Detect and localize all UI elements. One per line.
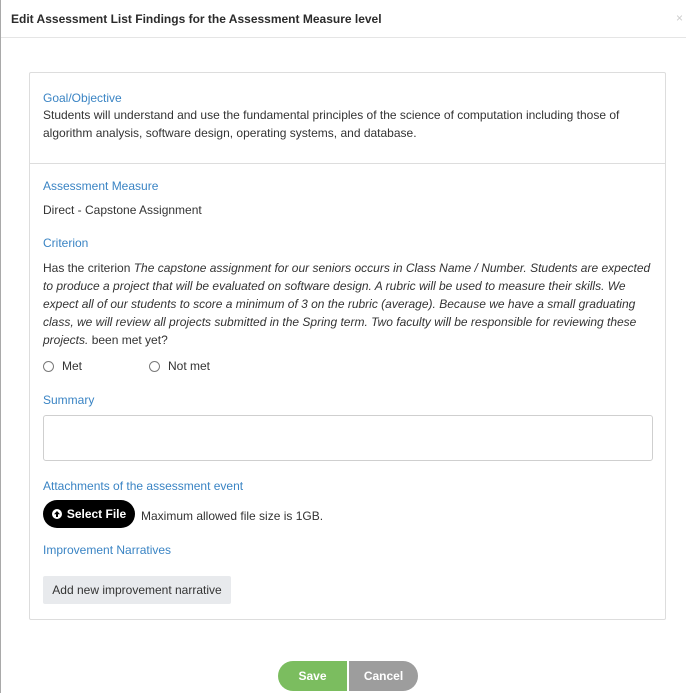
add-improvement-narrative-button[interactable]: Add new improvement narrative (43, 576, 231, 604)
criterion-suffix: been met yet? (88, 333, 168, 347)
assessment-measure-value: Direct - Capstone Assignment (43, 203, 202, 217)
select-file-button[interactable]: Select File (43, 500, 135, 528)
save-button[interactable]: Save (278, 661, 347, 691)
improvement-narratives-label: Improvement Narratives (43, 543, 172, 557)
criterion-prefix: Has the criterion (43, 261, 134, 275)
card-divider (30, 163, 665, 164)
file-size-note: Maximum allowed file size is 1GB. (141, 509, 324, 523)
cancel-button[interactable]: Cancel (349, 661, 418, 691)
summary-textarea[interactable] (43, 415, 653, 461)
radio-met-label: Met (62, 359, 83, 373)
findings-card: Goal/Objective Students will understand … (29, 72, 666, 620)
criterion-question: Has the criterion The capstone assignmen… (43, 259, 655, 349)
goal-objective-text: Students will understand and use the fun… (43, 108, 620, 140)
goal-objective-label: Goal/Objective (43, 91, 122, 105)
summary-label: Summary (43, 393, 95, 407)
radio-met-circle[interactable] (43, 360, 54, 372)
modal-header: Edit Assessment List Findings for the As… (1, 0, 686, 38)
radio-met[interactable]: Met (43, 359, 82, 373)
attachments-label: Attachments of the assessment event (43, 479, 244, 493)
radio-not-met-circle[interactable] (149, 360, 160, 372)
edit-findings-modal: Edit Assessment List Findings for the As… (0, 0, 686, 693)
upload-icon (51, 509, 62, 519)
modal-title: Edit Assessment List Findings for the As… (11, 12, 382, 26)
select-file-label: Select File (66, 507, 127, 521)
radio-not-met[interactable]: Not met (149, 359, 210, 373)
criterion-label: Criterion (43, 236, 89, 250)
radio-not-met-label: Not met (168, 359, 211, 373)
close-icon[interactable]: × (676, 12, 683, 24)
assessment-measure-label: Assessment Measure (43, 179, 159, 193)
